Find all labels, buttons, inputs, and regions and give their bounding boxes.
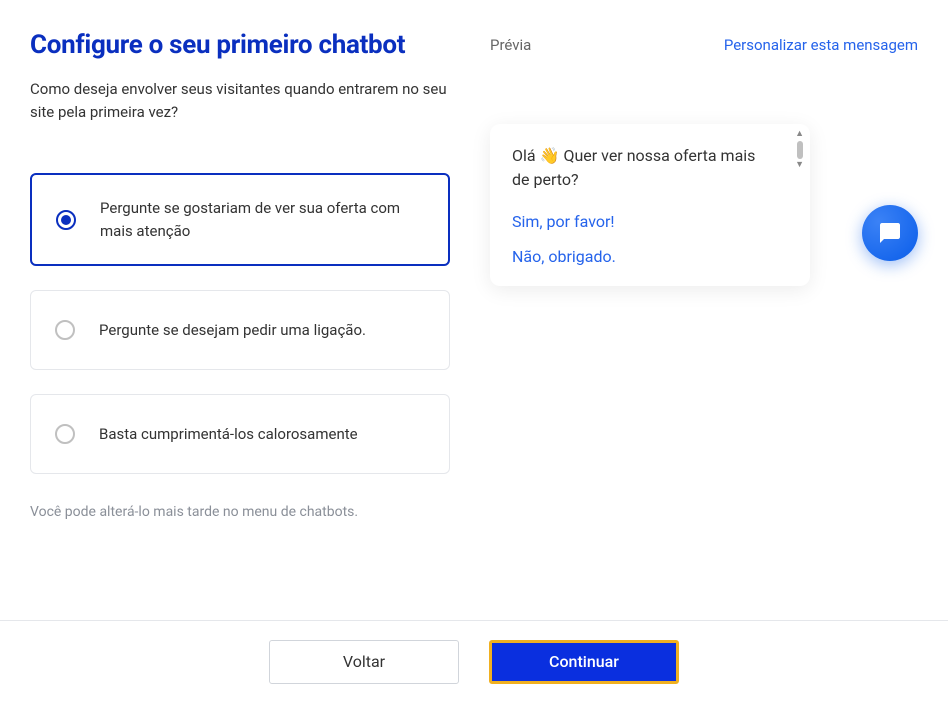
customize-message-link[interactable]: Personalizar esta mensagem: [724, 36, 918, 54]
chat-icon: [878, 221, 902, 245]
page-subtitle: Como deseja envolver seus visitantes qua…: [30, 78, 450, 123]
radio-icon: [55, 424, 75, 444]
chat-fab-button[interactable]: [862, 205, 918, 261]
chat-preview-card: ▲ ▼ Olá 👋 Quer ver nossa oferta mais de …: [490, 124, 810, 286]
option-label: Pergunte se gostariam de ver sua oferta …: [100, 197, 424, 242]
chat-reply-no[interactable]: Não, obrigado.: [512, 247, 788, 266]
wave-emoji: 👋: [540, 146, 560, 165]
footer: Voltar Continuar: [0, 620, 948, 702]
option-request-call[interactable]: Pergunte se desejam pedir uma ligação.: [30, 290, 450, 370]
option-view-offer[interactable]: Pergunte se gostariam de ver sua oferta …: [30, 173, 450, 266]
preview-label: Prévia: [490, 36, 531, 54]
option-label: Pergunte se desejam pedir uma ligação.: [99, 319, 366, 342]
back-button[interactable]: Voltar: [269, 640, 459, 684]
scroll-down-icon[interactable]: ▼: [795, 161, 804, 170]
chat-reply-yes[interactable]: Sim, por favor!: [512, 212, 788, 231]
scroll-thumb[interactable]: [797, 141, 803, 159]
option-greet-warmly[interactable]: Basta cumprimentá-los calorosamente: [30, 394, 450, 474]
chat-greeting: Olá 👋 Quer ver nossa oferta mais de pert…: [512, 144, 788, 192]
radio-icon: [56, 210, 76, 230]
radio-icon: [55, 320, 75, 340]
scroll-up-icon[interactable]: ▲: [795, 130, 804, 139]
continue-button[interactable]: Continuar: [489, 640, 679, 684]
page-title: Configure o seu primeiro chatbot: [30, 30, 450, 60]
option-label: Basta cumprimentá-los calorosamente: [99, 423, 358, 446]
scrollbar[interactable]: ▲ ▼: [795, 130, 804, 170]
hint-text: Você pode alterá-lo mais tarde no menu d…: [30, 504, 450, 520]
